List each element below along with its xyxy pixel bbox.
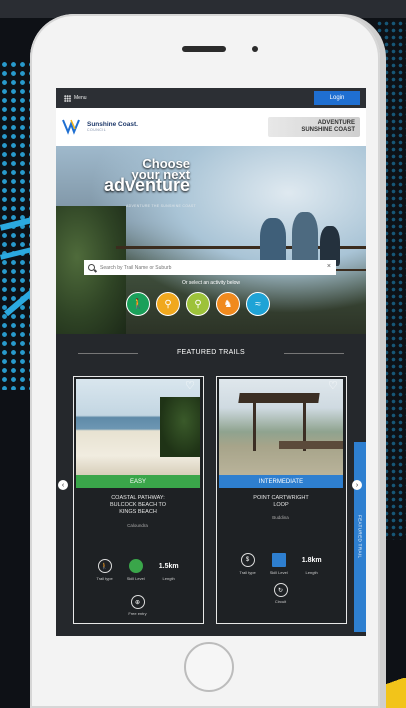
length-value: 1.8km bbox=[301, 556, 322, 564]
trail-photo-fence bbox=[279, 441, 343, 449]
skill-level-icon bbox=[271, 553, 286, 567]
circuit-icon: ↻ bbox=[273, 583, 288, 597]
phone-frame: Menu Login Sunshine Coast. COUNCIL ADVEN… bbox=[30, 14, 380, 708]
trail-location: Buddina bbox=[272, 515, 289, 520]
council-sub: COUNCIL bbox=[87, 127, 107, 132]
search-input[interactable] bbox=[98, 263, 322, 272]
app-bar: Menu Login bbox=[56, 88, 366, 108]
hero-person bbox=[292, 212, 318, 264]
phone-camera bbox=[252, 46, 258, 52]
council-name: Sunshine Coast. bbox=[87, 120, 138, 128]
stat-trail-type: $ Trail type bbox=[239, 553, 256, 575]
hero-subtitle: ADVENTURE THE SUNSHINE COAST bbox=[126, 204, 196, 208]
kayak-icon: ≈ bbox=[255, 298, 261, 310]
skill-level-icon bbox=[128, 559, 143, 573]
trail-photo bbox=[76, 379, 200, 475]
app-screen: Menu Login Sunshine Coast. COUNCIL ADVEN… bbox=[56, 88, 366, 636]
trail-name: POINT CARTWRIGHT LOOP bbox=[223, 495, 339, 509]
heart-icon[interactable]: ♡ bbox=[328, 381, 340, 392]
activity-walking-button[interactable]: 🚶 bbox=[126, 292, 150, 316]
trail-photo-shelter-post bbox=[253, 403, 256, 451]
hero-person bbox=[260, 218, 286, 264]
chevron-right-icon: › bbox=[355, 481, 359, 489]
login-button[interactable]: Login bbox=[314, 91, 360, 105]
search-icon bbox=[88, 264, 95, 271]
activity-paddling-button[interactable]: ≈ bbox=[246, 292, 270, 316]
difficulty-badge: EASY bbox=[76, 475, 200, 488]
stat-label: Trail type bbox=[239, 570, 256, 575]
trail-name-line: KINGS BEACH bbox=[119, 509, 157, 515]
stat-label: Free entry bbox=[128, 611, 147, 616]
activity-horse-riding-button[interactable]: ♞ bbox=[216, 292, 240, 316]
stat-skill-level: Skill Level bbox=[270, 553, 288, 575]
stat-skill-level: Skill Level bbox=[127, 559, 145, 581]
trail-stats: $ Trail type Skill Level 1.8km Length bbox=[217, 553, 344, 575]
entry-icon: ⊕ bbox=[130, 595, 145, 609]
trail-photo-shelter-roof bbox=[238, 393, 320, 403]
heart-icon[interactable]: ♡ bbox=[185, 381, 197, 392]
phone-speaker bbox=[182, 46, 226, 52]
difficulty-badge: INTERMEDIATE bbox=[219, 475, 343, 488]
trail-name-line: LOOP bbox=[273, 502, 289, 508]
stat-label: Skill Level bbox=[126, 576, 145, 581]
grid-menu-icon bbox=[64, 94, 71, 102]
adventure-logo-line1: ADVENTURE bbox=[317, 120, 355, 126]
adventure-logo-line2: SUNSHINE COAST bbox=[301, 127, 355, 133]
halftone-pattern-right bbox=[376, 20, 406, 540]
stat-label: Trail type bbox=[96, 576, 113, 581]
stat-length: 1.8km Length bbox=[301, 553, 322, 576]
side-feature-tab[interactable]: FEATURED TRAIL bbox=[354, 442, 366, 632]
trail-type-icon: $ bbox=[240, 553, 255, 567]
trail-photo-trees bbox=[160, 397, 200, 457]
search-bar: × bbox=[84, 260, 336, 275]
walking-icon: 🚶 bbox=[97, 559, 112, 573]
activity-buttons: 🚶 ⚲ ⚲ ♞ ≈ bbox=[126, 292, 270, 316]
stat-trail-type: 🚶 Trail type bbox=[96, 559, 113, 581]
council-logo[interactable]: Sunshine Coast. COUNCIL bbox=[62, 117, 138, 135]
trail-stats: 🚶 Trail type Skill Level 1.5km Length bbox=[74, 559, 201, 581]
trail-card[interactable]: ♡ EASY COASTAL PATHWAY: BULCOCK BEACH TO… bbox=[73, 376, 204, 624]
adventure-logo[interactable]: ADVENTURE SUNSHINE COAST bbox=[268, 117, 360, 137]
stat-circuit: ↻ Circuit bbox=[217, 583, 344, 604]
menu-label: Menu bbox=[74, 95, 87, 101]
stat-length: 1.5km Length bbox=[158, 559, 179, 582]
horse-icon: ♞ bbox=[223, 298, 233, 310]
activity-cycling-button[interactable]: ⚲ bbox=[156, 292, 180, 316]
stat-label: Length bbox=[162, 576, 175, 581]
stat-entry: ⊕ Free entry bbox=[74, 595, 201, 616]
trail-name-line: BULCOCK BEACH TO bbox=[109, 502, 167, 508]
hero-title: Choose your next adventure bbox=[104, 157, 191, 195]
council-mark-icon bbox=[62, 119, 80, 135]
walking-icon: 🚶 bbox=[131, 298, 145, 310]
trail-name-line: COASTAL PATHWAY: bbox=[111, 495, 165, 501]
carousel-next-button[interactable]: › bbox=[352, 480, 362, 490]
menu-button[interactable]: Menu bbox=[64, 94, 87, 102]
trail-name: COASTAL PATHWAY: BULCOCK BEACH TO KINGS … bbox=[80, 495, 196, 516]
trail-name-line: POINT CARTWRIGHT bbox=[253, 495, 309, 501]
carousel-prev-button[interactable]: ‹ bbox=[58, 480, 68, 490]
activity-mountain-biking-button[interactable]: ⚲ bbox=[186, 292, 210, 316]
featured-trails-section: FEATURED TRAILS ‹ ♡ EASY COASTAL PATHWAY… bbox=[56, 334, 366, 636]
trail-photo bbox=[219, 379, 343, 475]
hero-title-line3: adventure bbox=[104, 175, 191, 195]
divider bbox=[284, 353, 344, 354]
length-value: 1.5km bbox=[158, 562, 179, 570]
home-button[interactable] bbox=[184, 642, 234, 692]
stat-label: Length bbox=[305, 570, 318, 575]
mountain-bike-icon: ⚲ bbox=[194, 298, 202, 310]
hero-banner: Choose your next adventure ADVENTURE THE… bbox=[56, 146, 366, 334]
logo-bar: Sunshine Coast. COUNCIL ADVENTURE SUNSHI… bbox=[56, 108, 366, 146]
stat-label: Skill Level bbox=[269, 570, 288, 575]
clear-icon[interactable]: × bbox=[327, 263, 331, 270]
trail-location: Caloundra bbox=[127, 523, 148, 528]
activity-prompt: Or select an activity below bbox=[181, 280, 241, 286]
chevron-left-icon: ‹ bbox=[61, 481, 65, 489]
trail-card[interactable]: ♡ INTERMEDIATE POINT CARTWRIGHT LOOP Bud… bbox=[216, 376, 347, 624]
stat-label: Circuit bbox=[274, 599, 287, 604]
cycling-icon: ⚲ bbox=[164, 298, 172, 310]
